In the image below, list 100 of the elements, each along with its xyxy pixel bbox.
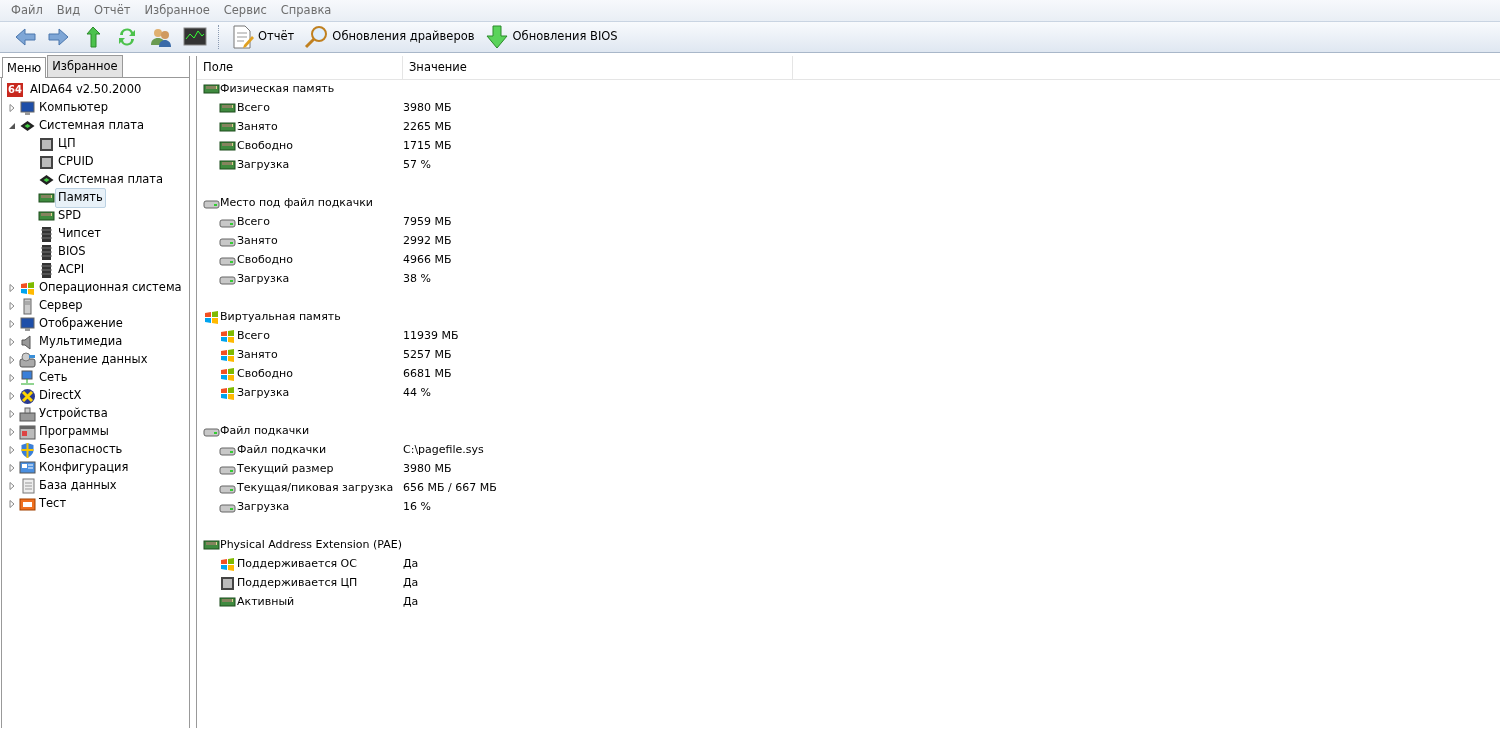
column-header[interactable]: Поле (197, 56, 403, 79)
field-label: Загрузка (237, 157, 290, 174)
tree-item[interactable]: База данных (36, 476, 120, 496)
config-monitor-icon (19, 459, 36, 477)
field-label: Всего (237, 328, 270, 345)
tree-item[interactable]: Мультимедиа (36, 332, 126, 352)
field-value: 4966 МБ (403, 252, 452, 269)
expand-triangle-icon[interactable] (7, 481, 17, 491)
menu-item[interactable]: Вид (49, 1, 88, 20)
tree-item[interactable]: BIOS (55, 242, 89, 262)
document-pencil-icon (230, 25, 254, 49)
tree-item[interactable]: Системная плата (55, 170, 167, 190)
tree-item[interactable]: Память (55, 188, 106, 208)
field-label: Свободно (237, 138, 293, 155)
tree-item[interactable]: Устройства (36, 404, 111, 424)
windows-flag-icon (219, 328, 236, 345)
download-arrow-icon (484, 25, 509, 49)
field-value: 3980 МБ (403, 461, 452, 478)
database-form-icon (19, 477, 36, 495)
expand-triangle-icon[interactable] (7, 319, 17, 329)
toolbar-button[interactable]: Обновления BIOS (481, 24, 621, 50)
storage-drive-icon (19, 351, 36, 369)
field-value: Да (403, 594, 419, 611)
tree-item[interactable]: Программы (36, 422, 112, 442)
field-value: 16 % (403, 499, 431, 516)
field-value: 2265 МБ (403, 119, 452, 136)
tree-item[interactable]: ЦП (55, 134, 79, 154)
tree-item[interactable]: Конфигурация (36, 458, 132, 478)
field-label: Загрузка (237, 271, 290, 288)
field-value: 6681 МБ (403, 366, 452, 383)
network-computer-icon (19, 369, 36, 387)
tree-item[interactable]: DirectX (36, 386, 85, 406)
field-value: 11939 МБ (403, 328, 459, 345)
field-value: 2992 МБ (403, 233, 452, 250)
tree-item[interactable]: Отображение (36, 314, 126, 334)
forward-arrow-icon (47, 25, 71, 49)
field-label: Свободно (237, 252, 293, 269)
tree-item[interactable]: Системная плата (36, 116, 148, 136)
computer-monitor-icon (19, 99, 36, 117)
expand-triangle-icon[interactable] (7, 499, 17, 509)
expand-triangle-icon[interactable] (7, 103, 17, 113)
program-window-icon (19, 423, 36, 441)
tree-item[interactable]: Операционная система (36, 278, 185, 298)
tree-item[interactable]: AIDA64 v2.50.2000 (26, 80, 145, 100)
column-header[interactable]: Значение (403, 56, 793, 79)
section-title: Файл подкачки (220, 423, 310, 440)
menu-item[interactable]: Отчёт (87, 1, 138, 20)
field-label: Поддерживается ОС (237, 556, 357, 573)
search-icon (304, 25, 329, 49)
expand-triangle-icon[interactable] (7, 373, 17, 383)
expand-triangle-icon[interactable] (7, 301, 17, 311)
sidebar-tab[interactable]: Избранное (47, 54, 123, 77)
menu-item[interactable]: Справка (273, 1, 339, 20)
field-label: Текущий размер (237, 461, 334, 478)
field-value: 3980 МБ (403, 100, 452, 117)
tree-item[interactable]: Сервер (36, 296, 86, 316)
tree-item[interactable]: Хранение данных (36, 350, 151, 370)
field-value: Да (403, 556, 419, 573)
collapse-triangle-icon[interactable] (7, 121, 17, 131)
field-label: Загрузка (237, 385, 290, 402)
expand-triangle-icon[interactable] (7, 409, 17, 419)
sidebar-tab[interactable]: Меню (2, 57, 47, 78)
menu-item[interactable]: Сервис (216, 1, 274, 20)
expand-triangle-icon[interactable] (7, 391, 17, 401)
monitor-graph-icon (183, 25, 207, 49)
field-label: Занято (237, 347, 278, 364)
windows-flag-icon (219, 366, 236, 383)
section-title: Физическая память (220, 81, 335, 98)
field-value: Да (403, 575, 419, 592)
tree-item[interactable]: Чипсет (55, 224, 104, 244)
field-label: Свободно (237, 366, 293, 383)
field-value: 38 % (403, 271, 431, 288)
field-value: 1715 МБ (403, 138, 452, 155)
tree-item[interactable]: Компьютер (36, 98, 111, 118)
tree-item[interactable]: ACPI (55, 260, 88, 280)
chip-icon (38, 135, 55, 153)
expand-triangle-icon[interactable] (7, 445, 17, 455)
expand-triangle-icon[interactable] (7, 427, 17, 437)
toolbar-button[interactable]: Отчёт (227, 24, 298, 50)
tree-item[interactable]: Безопасность (36, 440, 126, 460)
field-value: 57 % (403, 157, 431, 174)
toolbar-button[interactable]: Обновления драйверов (301, 24, 478, 50)
expand-triangle-icon[interactable] (7, 355, 17, 365)
tree-item[interactable]: CPUID (55, 152, 97, 172)
windows-flag-icon (19, 279, 36, 297)
computer-monitor-icon (19, 315, 36, 333)
tree-item[interactable]: Тест (36, 494, 70, 514)
expand-triangle-icon[interactable] (7, 283, 17, 293)
field-label: Текущая/пиковая загрузка (237, 480, 394, 497)
devices-icon (19, 405, 36, 423)
tree-item[interactable]: Сеть (36, 368, 71, 388)
tree-item[interactable]: SPD (55, 206, 85, 226)
menu-item[interactable]: Файл (4, 1, 50, 20)
windows-flag-icon (219, 347, 236, 364)
shield-icon (19, 441, 36, 459)
field-label: Загрузка (237, 499, 290, 516)
menu-item[interactable]: Избранное (137, 1, 217, 20)
expand-triangle-icon[interactable] (7, 463, 17, 473)
field-label: Всего (237, 100, 270, 117)
expand-triangle-icon[interactable] (7, 337, 17, 347)
